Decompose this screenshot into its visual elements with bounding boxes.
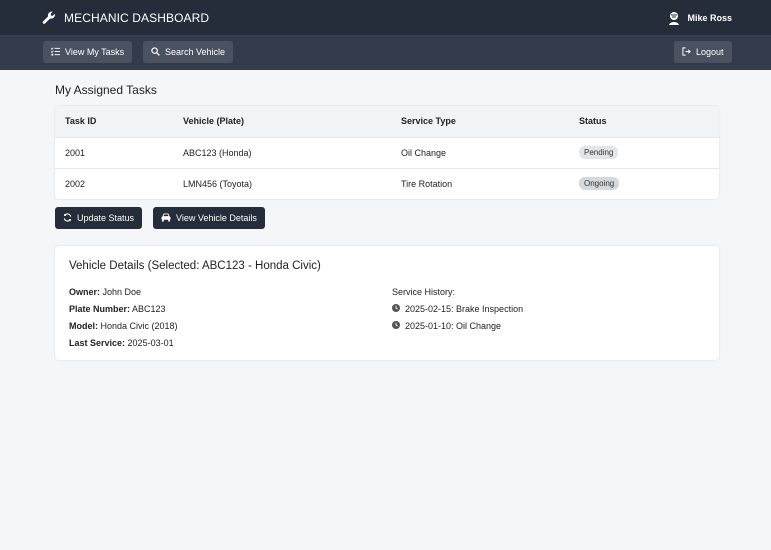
avatar bbox=[666, 10, 683, 26]
table-row[interactable]: 2002 LMN456 (Toyota) Tire Rotation Ongoi… bbox=[55, 168, 719, 199]
column-header: Vehicle (Plate) bbox=[183, 116, 245, 127]
tasks-section: My Assigned Tasks bbox=[55, 82, 719, 98]
column-header: Task ID bbox=[65, 116, 97, 127]
table-header-row: Task ID Vehicle (Plate) Service Type Sta… bbox=[55, 106, 719, 137]
tasks-table-card: Task ID Vehicle (Plate) Service Type Sta… bbox=[55, 106, 719, 199]
column-header: Service Type bbox=[401, 116, 456, 127]
owner-label: Owner: bbox=[69, 287, 101, 297]
details-title: Vehicle Details (Selected: ABC123 - Hond… bbox=[69, 260, 321, 272]
tasks-table: Task ID Vehicle (Plate) Service Type Sta… bbox=[55, 106, 719, 199]
history-text: 2025-02-15: Brake Inspection bbox=[405, 304, 524, 314]
update-status-label: Update Status bbox=[77, 213, 135, 223]
history-text: 2025-01-10: Oil Change bbox=[405, 321, 502, 331]
search-vehicle-label: Search Vehicle bbox=[165, 47, 226, 57]
vehicle-details-card: Vehicle Details (Selected: ABC123 - Hond… bbox=[55, 246, 719, 360]
last-service-value: 2025-03-01 bbox=[127, 338, 174, 348]
app-title: MECHANIC DASHBOARD bbox=[64, 11, 210, 25]
task-id-cell: 2001 bbox=[65, 147, 86, 158]
owner-row: Owner: John Doe bbox=[69, 284, 178, 301]
history-label: Service History: bbox=[392, 287, 456, 297]
history-item: 2025-01-10: Oil Change bbox=[392, 318, 523, 335]
last-service-row: Last Service: 2025-03-01 bbox=[69, 335, 178, 352]
brand: MECHANIC DASHBOARD bbox=[42, 10, 209, 26]
clock-icon bbox=[392, 318, 405, 335]
service-cell: Oil Change bbox=[401, 147, 447, 158]
user-name: Mike Ross bbox=[687, 13, 732, 23]
status-cell: Ongoing bbox=[569, 168, 719, 199]
clock-icon bbox=[392, 301, 405, 318]
status-badge: Ongoing bbox=[579, 177, 620, 191]
model-value: Honda Civic (2018) bbox=[100, 321, 178, 331]
owner-value: John Doe bbox=[102, 287, 142, 297]
table-row[interactable]: 2001 ABC123 (Honda) Oil Change Pending bbox=[55, 137, 719, 168]
vehicle-cell: LMN456 (Toyota) bbox=[183, 178, 253, 189]
column-header: Status bbox=[579, 116, 607, 127]
logout-button[interactable]: Logout bbox=[674, 41, 732, 63]
service-cell: Tire Rotation bbox=[401, 178, 453, 189]
car-icon bbox=[161, 212, 176, 224]
task-id-cell: 2002 bbox=[65, 178, 86, 189]
view-my-tasks-button[interactable]: View My Tasks bbox=[43, 41, 133, 63]
nav-bar: View My Tasks Search Vehicle Logout bbox=[0, 36, 771, 70]
history-item: 2025-02-15: Brake Inspection bbox=[392, 301, 523, 318]
plate-label: Plate Number: bbox=[69, 304, 131, 314]
status-cell: Pending bbox=[569, 137, 719, 168]
list-check-icon bbox=[50, 46, 65, 58]
view-vehicle-details-label: View Vehicle Details bbox=[176, 213, 257, 223]
model-label: Model: bbox=[69, 321, 98, 331]
view-my-tasks-label: View My Tasks bbox=[65, 47, 125, 57]
update-status-button[interactable]: Update Status bbox=[55, 207, 143, 229]
logout-label: Logout bbox=[696, 47, 724, 57]
plate-value: ABC123 bbox=[132, 304, 166, 314]
view-vehicle-details-button[interactable]: View Vehicle Details bbox=[153, 207, 265, 229]
vehicle-info: Owner: John Doe Plate Number: ABC123 Mod… bbox=[69, 284, 178, 352]
user-menu[interactable]: Mike Ross bbox=[666, 10, 732, 26]
wrench-icon bbox=[42, 11, 56, 25]
top-bar: MECHANIC DASHBOARD Mike Ross bbox=[0, 0, 771, 36]
model-row: Model: Honda Civic (2018) bbox=[69, 318, 178, 335]
last-service-label: Last Service: bbox=[69, 338, 126, 348]
search-vehicle-button[interactable]: Search Vehicle bbox=[143, 41, 234, 63]
logout-icon bbox=[682, 46, 696, 58]
sync-icon bbox=[63, 212, 77, 224]
search-icon bbox=[151, 46, 165, 58]
status-badge: Pending bbox=[579, 146, 619, 159]
plate-row: Plate Number: ABC123 bbox=[69, 301, 178, 318]
section-title: My Assigned Tasks bbox=[55, 83, 157, 97]
vehicle-cell: ABC123 (Honda) bbox=[183, 147, 252, 158]
service-history: Service History: 2025-02-15: Brake Inspe… bbox=[392, 284, 523, 335]
